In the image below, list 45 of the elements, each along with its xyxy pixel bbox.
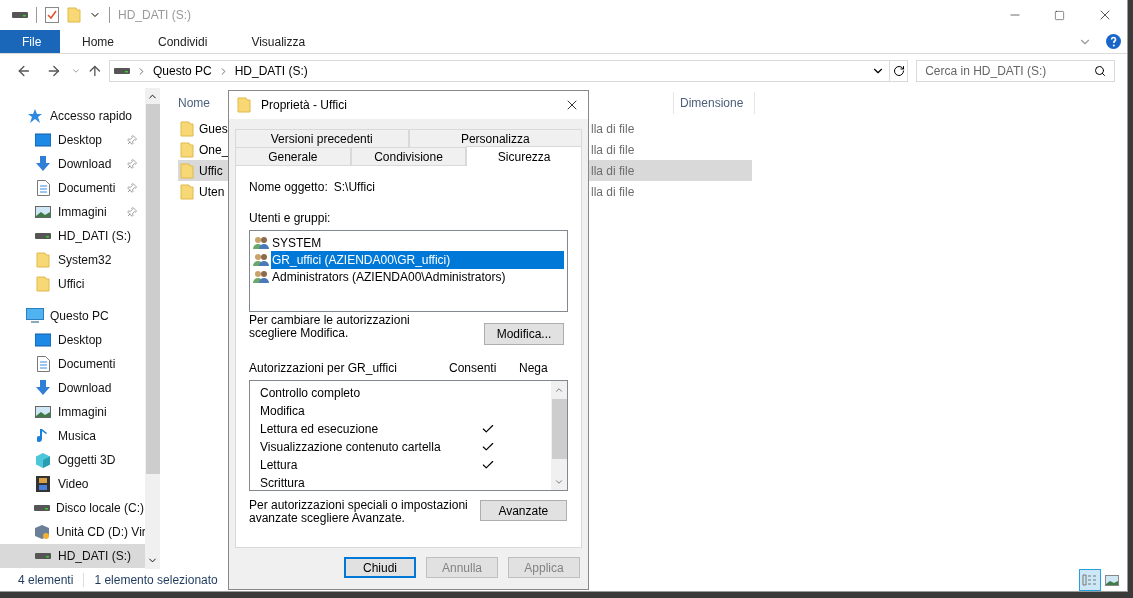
navigation-label: Desktop bbox=[58, 332, 103, 349]
navigation-label: Immagini bbox=[58, 204, 107, 221]
object-path: S:\Uffici bbox=[333, 179, 375, 196]
item-count: 4 elementi bbox=[18, 572, 74, 589]
permission-name: Scrittura bbox=[260, 475, 306, 490]
permission-name: Lettura bbox=[260, 457, 299, 474]
navigation-label: Immagini bbox=[58, 404, 107, 421]
navigation-label: Video bbox=[58, 476, 89, 493]
navigation-label: Uffici bbox=[58, 276, 85, 293]
selection-count: 1 elemento selezionato bbox=[94, 572, 218, 589]
permission-name: Visualizzazione contenuto cartella bbox=[260, 439, 442, 456]
navigation-label: Documenti bbox=[58, 356, 116, 373]
navigation-label: HD_DATI (S:) bbox=[58, 548, 132, 565]
permission-name: Modifica bbox=[260, 403, 306, 420]
navigation-label: Desktop bbox=[58, 132, 103, 149]
file-name: Uffic bbox=[199, 162, 223, 180]
edit-hint: Per cambiare le autorizzazioni scegliere Modifica. bbox=[249, 314, 411, 340]
navigation-label: Accesso rapido bbox=[50, 108, 133, 125]
column-label: Nega bbox=[519, 360, 548, 377]
file-name: Uten bbox=[199, 183, 225, 201]
object-label: Nome oggetto: bbox=[249, 179, 328, 196]
navigation-label: Oggetti 3D bbox=[58, 452, 116, 469]
users-label: Utenti e gruppi: bbox=[249, 210, 332, 227]
column-label: Consenti bbox=[449, 360, 498, 377]
dialog-title: Proprietà - Uffici bbox=[261, 97, 347, 114]
navigation-label: HD_DATI (S:) bbox=[58, 228, 132, 245]
file-type: lla di file bbox=[591, 183, 635, 201]
permission-name: Controllo completo bbox=[260, 385, 362, 402]
navigation-label: Download bbox=[58, 380, 112, 397]
file-type: lla di file bbox=[591, 141, 635, 159]
navigation-label: System32 bbox=[58, 252, 112, 269]
file-type: lla di file bbox=[591, 120, 635, 138]
navigation-label: Download bbox=[58, 156, 112, 173]
navigation-label: Questo PC bbox=[50, 308, 109, 325]
navigation-label: Unità CD (D:) Vir bbox=[56, 524, 146, 541]
permission-name: Lettura ed esecuzione bbox=[260, 421, 380, 438]
file-name: One_ bbox=[199, 141, 229, 159]
navigation-label: Documenti bbox=[58, 180, 116, 197]
navigation-label: Disco locale (C:) bbox=[56, 500, 145, 517]
advanced-hint: Per autorizzazioni speciali o impostazioni avanzate scegliere Avanzate. bbox=[249, 499, 469, 525]
navigation-label: Musica bbox=[58, 428, 96, 445]
file-type: lla di file bbox=[591, 162, 635, 180]
window-title: HD_DATI (S:) bbox=[118, 7, 192, 24]
file-name: Gues bbox=[199, 120, 228, 138]
permissions-label: Autorizzazioni per GR_uffici bbox=[249, 360, 398, 377]
